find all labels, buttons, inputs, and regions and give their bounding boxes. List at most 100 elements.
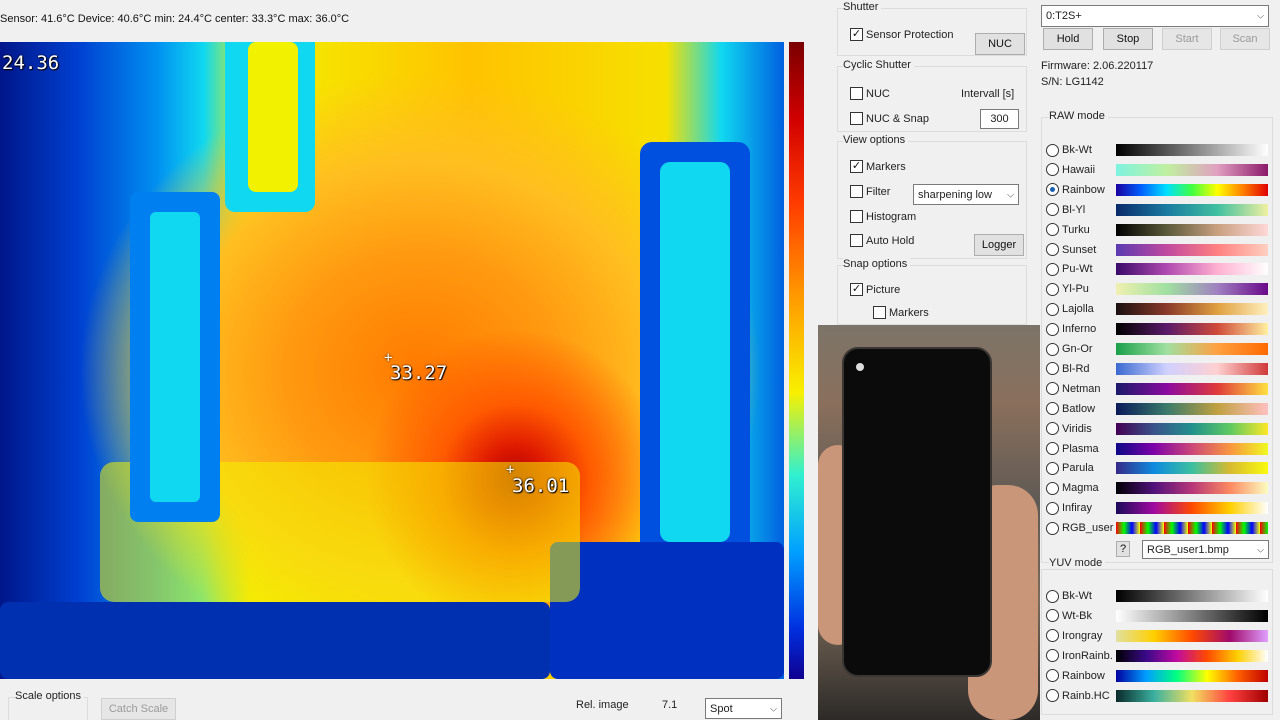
raw-palette-radio[interactable]: Turku [1046, 222, 1117, 238]
radio-icon [1046, 322, 1059, 336]
camera-dot [856, 363, 864, 371]
raw-palette-swatch [1116, 522, 1268, 535]
raw-palette-radio[interactable]: Yl-Pu [1046, 281, 1117, 297]
raw-palette-label: Turku [1062, 223, 1090, 236]
raw-palette-label: Infiray [1062, 502, 1092, 515]
raw-palette-radio[interactable]: RGB_user [1046, 520, 1117, 536]
scan-button[interactable]: Scan [1220, 28, 1270, 50]
markers-checkbox[interactable]: ✓ Markers [850, 160, 906, 173]
sensor-protection-checkbox[interactable]: ✓ Sensor Protection [850, 28, 953, 41]
radio-icon [1046, 362, 1059, 376]
device-select-value: 0:T2S+ [1046, 10, 1082, 22]
snap-markers-checkbox[interactable]: Markers [873, 306, 929, 319]
radio-icon [1046, 669, 1059, 683]
max-temp-label: 36.01 [512, 475, 570, 497]
yuv-palette-swatch [1116, 609, 1268, 622]
yuv-palette-radio[interactable]: Rainbow [1046, 668, 1117, 684]
thermal-image[interactable]: 24.36 + 33.27 + 36.01 [0, 42, 784, 679]
hold-button[interactable]: Hold [1043, 28, 1093, 50]
yuv-palette-label: IronRainb. [1062, 649, 1113, 662]
yuv-palette-label: Bk-Wt [1062, 590, 1092, 602]
raw-palette-radio[interactable]: Hawaii [1046, 162, 1117, 178]
raw-palette-radio[interactable]: Batlow [1046, 401, 1117, 417]
measure-mode-value: Spot [710, 702, 733, 715]
device-select[interactable]: 0:T2S+ ⌵ [1041, 5, 1269, 27]
snap-markers-label: Markers [889, 306, 929, 319]
radio-icon [1046, 203, 1059, 217]
markers-label: Markers [866, 160, 906, 173]
raw-palette-radio[interactable]: Bk-Wt [1046, 142, 1117, 158]
cyclic-shutter-title: Cyclic Shutter [843, 59, 914, 71]
raw-palette-swatch [1116, 482, 1268, 495]
radio-icon [1046, 689, 1059, 702]
serial-label: S/N: LG1142 [1041, 76, 1104, 88]
raw-palette-radio[interactable]: Bl-Yl [1046, 202, 1117, 218]
stop-button[interactable]: Stop [1103, 28, 1153, 50]
board-outline [660, 162, 730, 542]
yuv-palette-radio[interactable]: IronRainb. [1046, 648, 1117, 664]
chevron-down-icon: ⌵ [1007, 189, 1014, 199]
yuv-palette-swatch [1116, 689, 1268, 702]
histogram-checkbox[interactable]: Histogram [850, 210, 916, 223]
yuv-palette-radio[interactable]: Bk-Wt [1046, 588, 1117, 604]
raw-palette-label: Yl-Pu [1062, 283, 1089, 296]
yuv-palette-swatch [1116, 649, 1268, 662]
yuv-mode-title: YUV mode [1049, 557, 1106, 569]
board-outline [550, 542, 784, 679]
rel-image-value: 7.1 [662, 699, 678, 711]
raw-palette-label: Batlow [1062, 402, 1096, 415]
yuv-palette-label: Irongray [1062, 629, 1103, 642]
filter-checkbox[interactable]: Filter [850, 185, 890, 198]
help-button[interactable]: ? [1116, 541, 1130, 557]
raw-palette-swatch [1116, 263, 1268, 276]
raw-palette-label: Inferno [1062, 323, 1097, 336]
raw-palette-swatch [1116, 343, 1268, 355]
raw-palette-radio[interactable]: Plasma [1046, 441, 1117, 457]
raw-palette-radio[interactable]: Bl-Rd [1046, 361, 1117, 377]
raw-palette-radio[interactable]: Netman [1046, 381, 1117, 397]
raw-palette-radio[interactable]: Parula [1046, 460, 1117, 476]
yuv-palette-radio[interactable]: Wt-Bk [1046, 608, 1117, 624]
raw-palette-radio[interactable]: Sunset [1046, 242, 1117, 258]
board-outline [248, 42, 298, 192]
raw-palette-radio[interactable]: Magma [1046, 480, 1117, 496]
raw-palette-swatch [1116, 422, 1268, 435]
raw-palette-radio[interactable]: Lajolla [1046, 301, 1117, 317]
auto-hold-checkbox[interactable]: Auto Hold [850, 234, 914, 247]
chevron-down-icon: ⌵ [1257, 10, 1264, 21]
nuc-snap-checkbox[interactable]: NUC & Snap [850, 112, 929, 125]
raw-palette-radio[interactable]: Rainbow [1046, 182, 1117, 198]
yuv-palette-radio[interactable]: Rainb.HC [1046, 688, 1117, 704]
raw-palette-swatch [1116, 183, 1268, 196]
logger-button[interactable]: Logger [974, 234, 1024, 256]
raw-palette-radio[interactable]: Inferno [1046, 321, 1117, 337]
start-button[interactable]: Start [1162, 28, 1212, 50]
radio-icon [1046, 609, 1059, 623]
radio-icon [1046, 442, 1059, 455]
radio-icon [1046, 382, 1059, 396]
raw-palette-swatch [1116, 144, 1268, 156]
radio-icon [1046, 282, 1059, 296]
raw-palette-radio[interactable]: Gn-Or [1046, 341, 1117, 357]
catch-scale-button[interactable]: Catch Scale [101, 698, 176, 720]
checkbox-unchecked-icon [850, 210, 863, 223]
cyclic-nuc-checkbox[interactable]: NUC [850, 87, 890, 100]
filter-select[interactable]: sharpening low ⌵ [913, 184, 1019, 205]
picture-checkbox[interactable]: ✓ Picture [850, 283, 900, 296]
raw-palette-label: Plasma [1062, 442, 1099, 455]
raw-palette-label: Parula [1062, 462, 1094, 475]
user-palette-select[interactable]: RGB_user1.bmp ⌵ [1142, 540, 1269, 559]
radio-icon [1046, 481, 1059, 495]
raw-palette-radio[interactable]: Infiray [1046, 500, 1117, 516]
raw-palette-label: Pu-Wt [1062, 263, 1093, 276]
yuv-palette-radio[interactable]: Irongray [1046, 628, 1117, 644]
measure-mode-select[interactable]: Spot ⌵ [705, 698, 782, 719]
raw-palette-radio[interactable]: Pu-Wt [1046, 261, 1117, 277]
raw-palette-radio[interactable]: Viridis [1046, 421, 1117, 437]
checkbox-checked-icon: ✓ [850, 283, 863, 296]
radio-icon [1046, 461, 1059, 475]
raw-palette-swatch [1116, 402, 1268, 415]
raw-palette-label: Sunset [1062, 243, 1097, 256]
nuc-button[interactable]: NUC [975, 33, 1025, 55]
interval-input[interactable]: 300 [980, 109, 1019, 129]
